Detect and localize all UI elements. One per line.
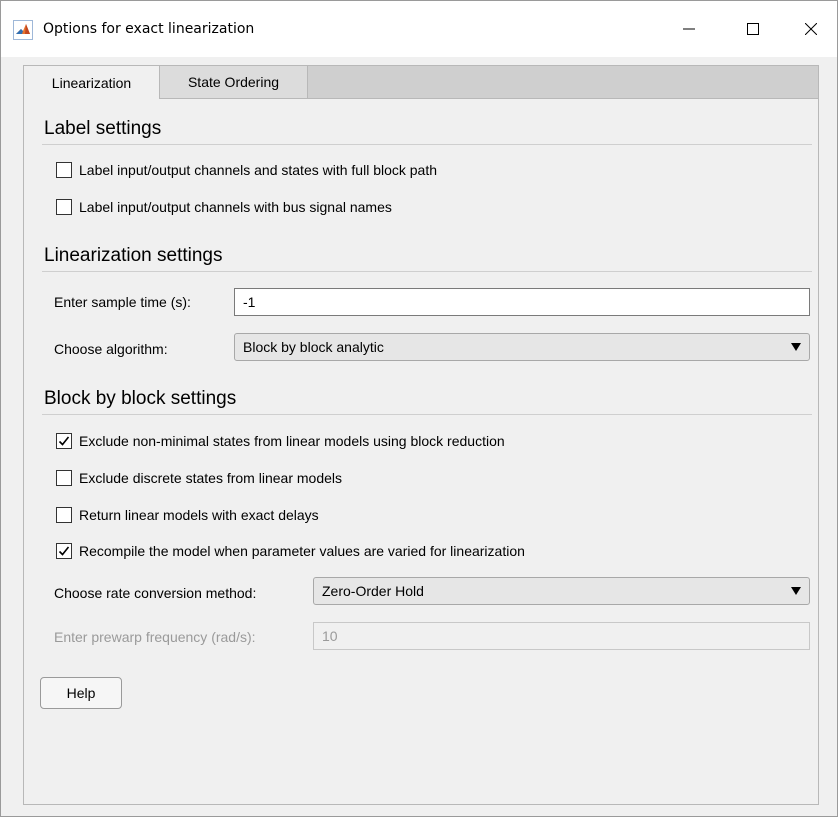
close-button[interactable]: [783, 1, 838, 57]
minimize-button[interactable]: [661, 1, 717, 57]
exclude-non-minimal-checkbox[interactable]: [56, 433, 72, 449]
exact-delays-checkbox[interactable]: [56, 507, 72, 523]
full-block-path-label: Label input/output channels and states w…: [79, 162, 438, 178]
rate-conversion-value: Zero-Order Hold: [322, 583, 424, 599]
minimize-icon: [683, 28, 695, 30]
exclude-discrete-checkbox[interactable]: [56, 470, 72, 486]
rate-conversion-label: Choose rate conversion method:: [54, 585, 257, 601]
dialog-window: Options for exact linearization Lineariz…: [0, 0, 838, 817]
chevron-down-icon: [791, 587, 801, 595]
bus-signal-names-checkbox[interactable]: [56, 199, 72, 215]
checkmark-icon: [58, 436, 70, 446]
linearization-settings-heading: Linearization settings: [44, 245, 223, 266]
close-icon: [805, 23, 817, 35]
section-divider: [42, 144, 812, 145]
tab-linearization[interactable]: Linearization: [24, 66, 160, 99]
rate-conversion-dropdown[interactable]: Zero-Order Hold: [313, 577, 810, 605]
tab-strip: Linearization State Ordering: [24, 66, 818, 99]
help-button[interactable]: Help: [40, 677, 122, 709]
recompile-model-label: Recompile the model when parameter value…: [79, 543, 525, 559]
label-settings-heading: Label settings: [44, 118, 162, 139]
recompile-model-checkbox[interactable]: [56, 543, 72, 559]
bus-signal-names-label: Label input/output channels with bus sig…: [79, 199, 392, 215]
block-settings-heading: Block by block settings: [44, 388, 237, 409]
algorithm-label: Choose algorithm:: [54, 341, 168, 357]
section-divider: [42, 414, 812, 415]
section-divider: [42, 271, 812, 272]
algorithm-value: Block by block analytic: [243, 339, 384, 355]
tab-panel: Linearization State Ordering Label setti…: [23, 65, 819, 805]
window-title: Options for exact linearization: [43, 21, 255, 37]
exact-delays-label: Return linear models with exact delays: [79, 507, 319, 523]
title-bar: Options for exact linearization: [1, 1, 837, 57]
exclude-discrete-label: Exclude discrete states from linear mode…: [79, 470, 342, 486]
sample-time-label: Enter sample time (s):: [54, 294, 191, 310]
matlab-logo-icon: [13, 20, 33, 40]
sample-time-input[interactable]: -1: [234, 288, 810, 316]
algorithm-dropdown[interactable]: Block by block analytic: [234, 333, 810, 361]
tab-state-ordering[interactable]: State Ordering: [160, 66, 308, 98]
maximize-button[interactable]: [725, 1, 781, 57]
prewarp-frequency-input: 10: [313, 622, 810, 650]
checkmark-icon: [58, 546, 70, 556]
full-block-path-checkbox[interactable]: [56, 162, 72, 178]
prewarp-frequency-label: Enter prewarp frequency (rad/s):: [54, 629, 256, 645]
chevron-down-icon: [791, 343, 801, 351]
maximize-icon: [747, 23, 759, 35]
exclude-non-minimal-label: Exclude non-minimal states from linear m…: [79, 433, 505, 449]
